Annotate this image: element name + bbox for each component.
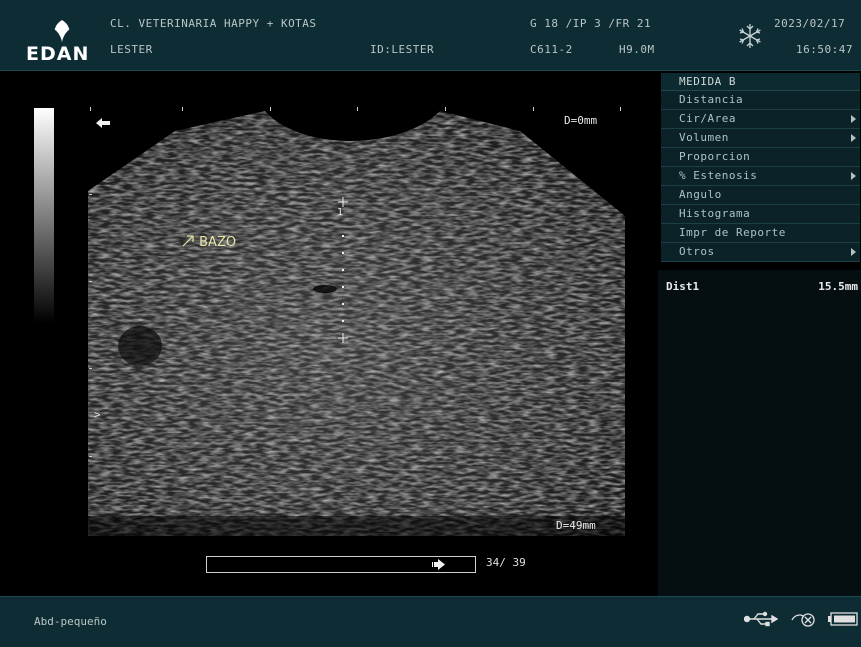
menu-item-label: Histograma [679, 207, 751, 220]
menu-item-angulo[interactable]: Angulo [661, 186, 860, 205]
menu-item-label: Proporcion [679, 150, 751, 163]
probe-frequency: H9.0M [619, 43, 655, 56]
battery-icon [828, 612, 858, 626]
leaf-logo-icon [51, 20, 73, 42]
submenu-arrow-icon [851, 115, 856, 123]
depth-top-label: D=0mm [564, 114, 598, 127]
menu-item-label: Distancia [679, 93, 744, 106]
annotation-bazo[interactable]: BAZO [182, 234, 236, 250]
submenu-arrow-icon [851, 134, 856, 142]
result-value: 15.5mm [818, 280, 858, 293]
submenu-arrow-icon [851, 248, 856, 256]
clinic-name: CL. VETERINARIA HAPPY + KOTAS [110, 17, 317, 30]
menu-item-label: Angulo [679, 188, 722, 201]
menu-item-impr-reporte[interactable]: Impr de Reporte [661, 224, 860, 243]
menu-item-volumen[interactable]: Volumen [661, 129, 860, 148]
left-arrow-icon [96, 118, 110, 128]
cine-progress-bar[interactable] [206, 556, 476, 573]
header-bar: EDAN CL. VETERINARIA HAPPY + KOTAS LESTE… [0, 0, 861, 71]
exam-time: 16:50:47 [796, 43, 853, 56]
edan-logo: EDAN [22, 18, 102, 66]
annotation-arrow-icon [182, 235, 194, 247]
caliper-number: 1 [337, 207, 344, 218]
menu-item-label: Volumen [679, 131, 729, 144]
ultrasound-scan [88, 107, 625, 536]
right-arrow-icon [431, 559, 445, 570]
logo-text: EDAN [26, 43, 90, 65]
ultrasound-image-area[interactable]: D=0mm D=49mm 1 > BAZO 34/ 39 [0, 71, 658, 596]
menu-item-distancia[interactable]: Distancia [661, 91, 860, 110]
probe-model: C611-2 [530, 43, 573, 56]
annotation-text: BAZO [199, 235, 237, 250]
exam-preset[interactable]: Abd-pequeño [34, 615, 107, 628]
menu-item-label: Otros [679, 245, 715, 258]
measurement-menu: MEDIDA B Distancia Cir/Area Volumen Prop… [661, 73, 860, 262]
focus-marker: > [94, 408, 101, 421]
imaging-params: G 18 /IP 3 /FR 21 [530, 17, 652, 30]
menu-item-label: Cir/Area [679, 112, 736, 125]
menu-item-label: % Estenosis [679, 169, 758, 182]
usb-icon [744, 611, 778, 627]
patient-name: LESTER [110, 43, 153, 56]
menu-item-label: Impr de Reporte [679, 226, 786, 239]
snowflake-icon [739, 24, 761, 48]
measurement-results: Dist1 15.5mm [658, 270, 861, 596]
menu-item-proporcion[interactable]: Proporcion [661, 148, 860, 167]
footer-bar: Abd-pequeño [0, 596, 861, 647]
network-icon [791, 613, 815, 627]
menu-item-cir-area[interactable]: Cir/Area [661, 110, 860, 129]
menu-item-otros[interactable]: Otros [661, 243, 860, 262]
menu-item-histograma[interactable]: Histograma [661, 205, 860, 224]
depth-bottom-label: D=49mm [556, 519, 596, 532]
menu-title: MEDIDA B [661, 73, 860, 91]
menu-item-estenosis[interactable]: % Estenosis [661, 167, 860, 186]
cine-frame-counter: 34/ 39 [486, 556, 526, 569]
submenu-arrow-icon [851, 172, 856, 180]
patient-id: ID:LESTER [370, 43, 435, 56]
exam-date: 2023/02/17 [774, 17, 846, 30]
result-label: Dist1 [666, 280, 700, 293]
